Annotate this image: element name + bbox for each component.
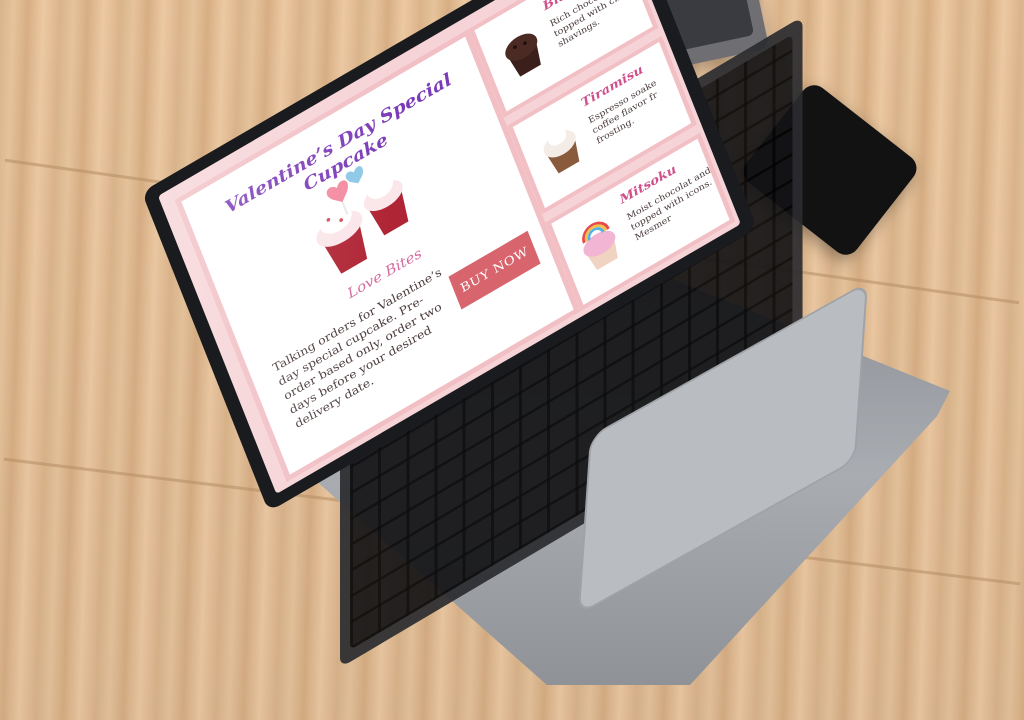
tiramisu-cupcake-image xyxy=(543,129,580,174)
buy-now-button[interactable]: BUY NOW xyxy=(448,230,541,310)
product-description: Moist chocolat and topped with icons. Me… xyxy=(625,165,714,243)
rainbow-cupcake-image xyxy=(582,221,618,271)
product-description: Rich chocolate topped with ch shavings. xyxy=(548,0,622,50)
chocolate-cupcake-image xyxy=(505,33,541,77)
